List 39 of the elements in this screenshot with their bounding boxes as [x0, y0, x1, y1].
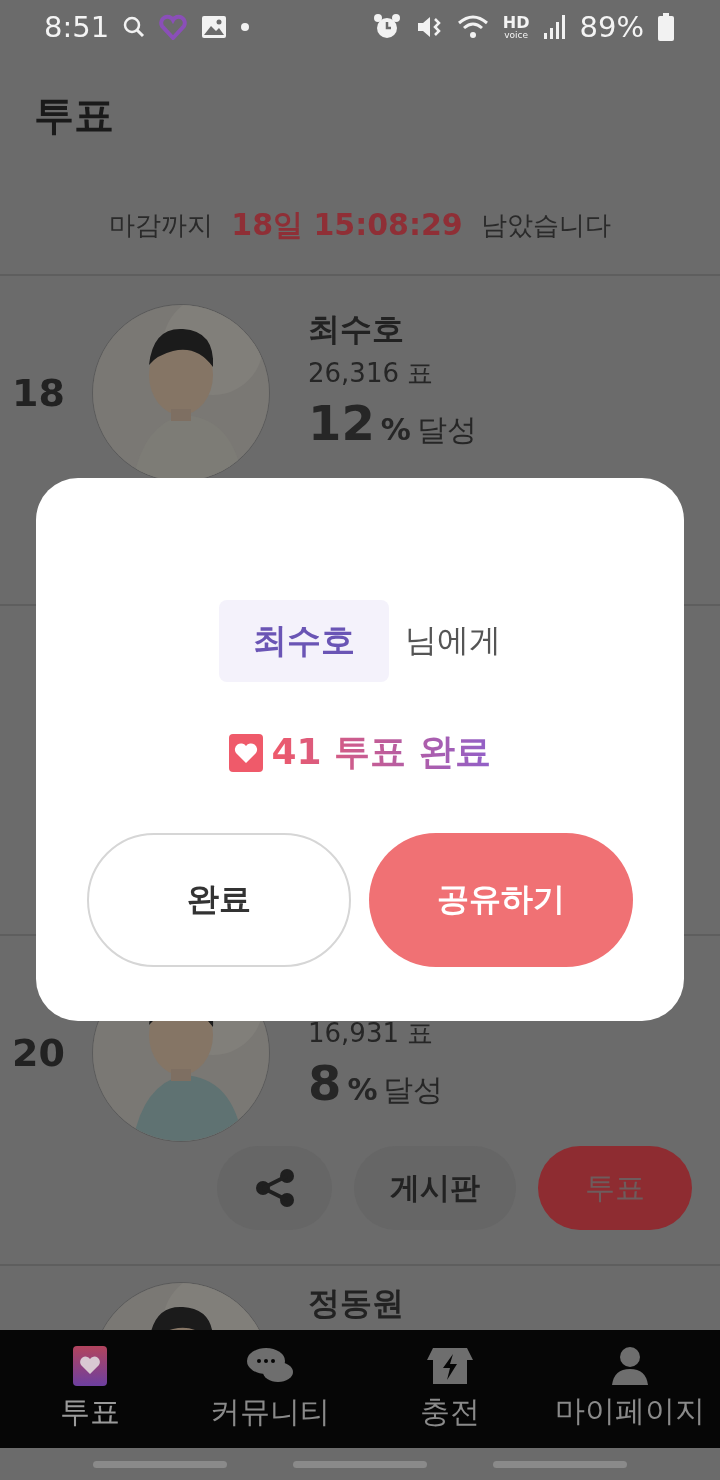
rank-number: 20 [12, 1031, 65, 1075]
countdown-suffix: 남았습니다 [480, 208, 611, 242]
nav-tab[interactable]: 투표 [0, 1330, 180, 1448]
alarm-icon [372, 13, 401, 41]
done-button[interactable]: 완료 [87, 833, 351, 967]
candidate-name: 정동원 [308, 1284, 404, 1322]
heart-card-icon [73, 1345, 107, 1386]
heart-app-icon [159, 14, 188, 40]
status-time: 8:51 [44, 10, 110, 44]
percent-value: 8 [308, 1055, 342, 1111]
percent-value: 12 [308, 395, 375, 451]
signal-icon [543, 15, 566, 39]
recipient-suffix: 님에게 [405, 620, 501, 661]
nav-tab[interactable]: 마이페이지 [540, 1330, 720, 1448]
battery-icon [658, 13, 674, 41]
countdown-time: 18일 15:08:29 [231, 205, 463, 244]
percent-label: 달성 [416, 411, 477, 449]
vote-count: 16,931 표 [308, 1017, 435, 1050]
percent-label: 달성 [383, 1071, 444, 1109]
percent-unit: % [380, 412, 411, 447]
countdown-prefix: 마감까지 [109, 208, 214, 242]
search-icon [123, 16, 146, 38]
vote-count: 26,316 표 [308, 357, 435, 390]
image-icon [201, 15, 228, 39]
candidate-name: 최수호 [308, 310, 404, 348]
voice-label: voice [504, 30, 529, 40]
store-bolt-icon [427, 1345, 473, 1386]
nav-tab[interactable]: 충전 [360, 1330, 540, 1448]
recipient-name: 최수호 [219, 600, 389, 682]
rank-number: 18 [12, 371, 65, 415]
percent-unit: % [347, 1072, 378, 1107]
share-icon [254, 1169, 295, 1207]
wifi-icon [456, 14, 489, 40]
hd-label: HD [502, 14, 530, 31]
person-icon [612, 1346, 648, 1385]
page-title: 투표 [34, 90, 114, 140]
nav-tab[interactable]: 커뮤니티 [180, 1330, 360, 1448]
battery-percent: 89% [579, 10, 644, 44]
dot-icon [241, 23, 250, 31]
